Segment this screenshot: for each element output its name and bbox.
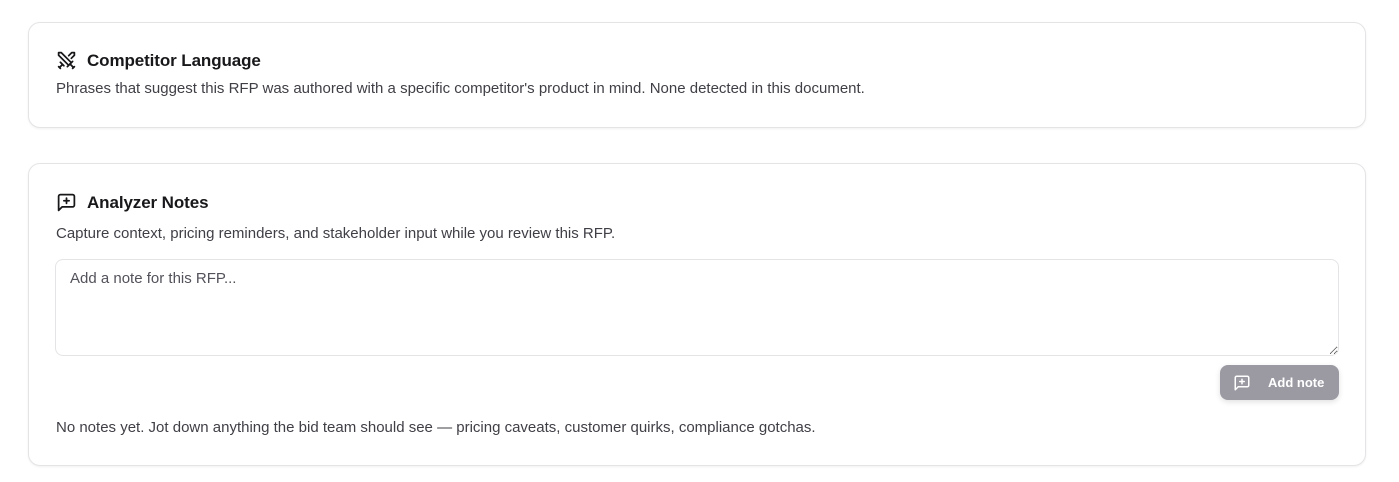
crossed-swords-icon — [56, 50, 77, 71]
add-note-button-label: Add note — [1268, 375, 1325, 390]
analyzer-notes-header: Analyzer Notes — [56, 192, 209, 213]
message-plus-icon — [56, 192, 77, 213]
message-plus-icon — [1233, 374, 1251, 392]
competitor-language-title: Competitor Language — [87, 50, 261, 70]
add-note-button[interactable]: Add note — [1220, 365, 1339, 400]
analyzer-notes-card: Analyzer Notes Capture context, pricing … — [28, 163, 1366, 466]
note-input[interactable] — [55, 259, 1339, 356]
competitor-language-description: Phrases that suggest this RFP was author… — [56, 80, 865, 97]
competitor-language-card: Competitor Language Phrases that suggest… — [28, 22, 1366, 128]
analyzer-notes-description: Capture context, pricing reminders, and … — [56, 225, 616, 242]
analyzer-notes-title: Analyzer Notes — [87, 192, 209, 212]
competitor-language-header: Competitor Language — [56, 50, 261, 71]
notes-empty-state: No notes yet. Jot down anything the bid … — [56, 419, 816, 436]
